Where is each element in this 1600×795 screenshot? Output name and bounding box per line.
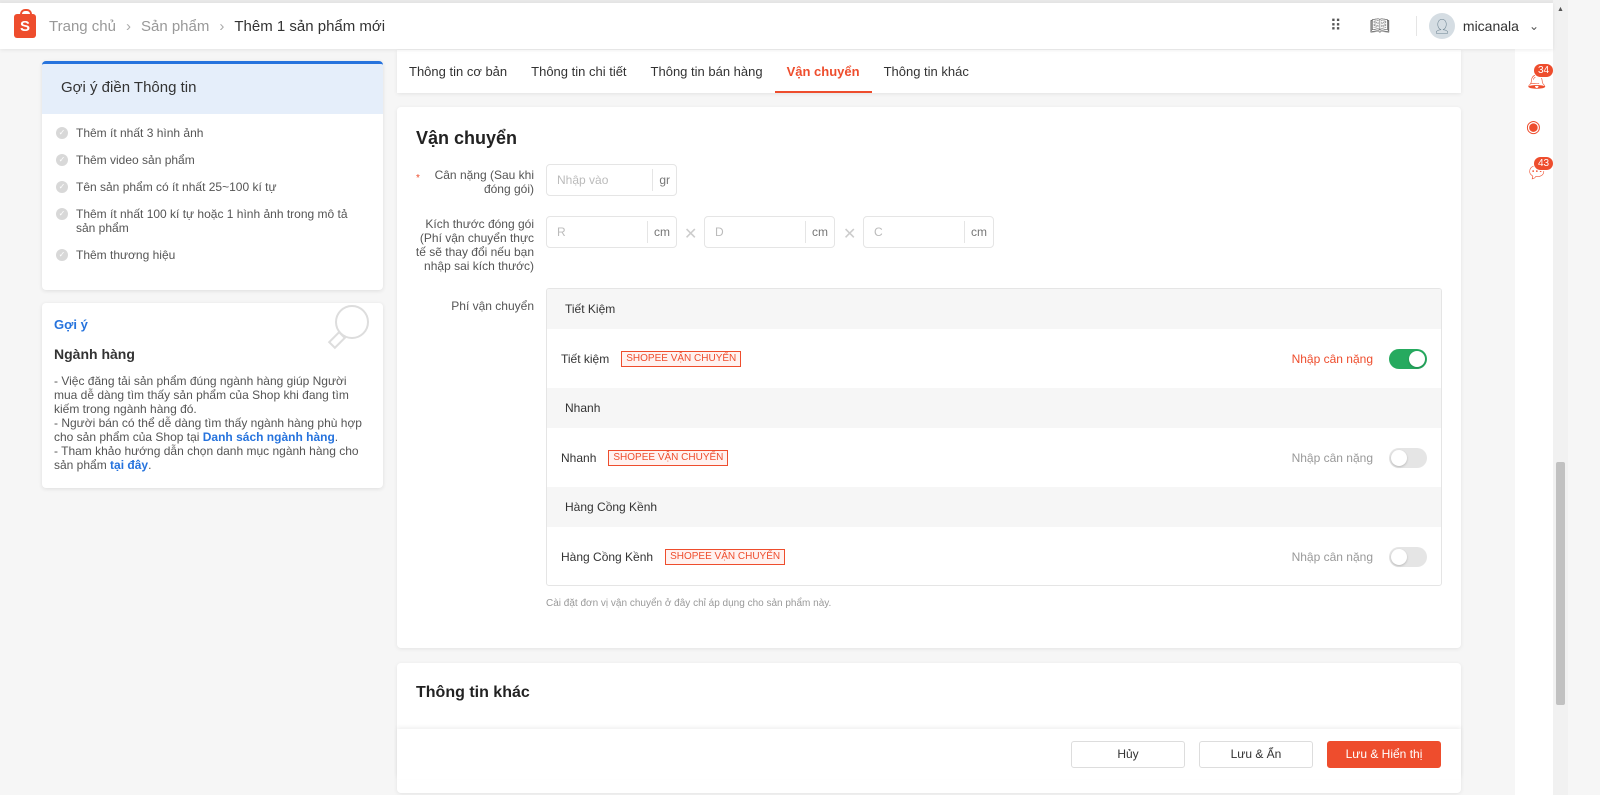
notification-count: 34 [1533, 63, 1555, 78]
unit-label: gr [652, 169, 676, 191]
breadcrumb: Trang chủ › Sản phẩm › Thêm 1 sản phẩm mới [49, 18, 385, 35]
footer-actions: Hủy Lưu & Ẩn Lưu & Hiển thị [397, 729, 1461, 779]
scrollbar[interactable]: ▲ [1553, 0, 1568, 795]
scroll-up-icon[interactable]: ▲ [1557, 6, 1564, 13]
period: . [334, 430, 339, 444]
height-input[interactable]: Ccm [863, 216, 994, 248]
right-sidebar: 🔔︎ 34 ◉ 💬︎ 43 [1515, 49, 1555, 795]
times-icon: ✕ [843, 226, 857, 243]
shipping-note: Cài đặt đơn vị vận chuyển ở đây chỉ áp d… [546, 598, 832, 609]
section-title: Vận chuyển [416, 128, 518, 148]
toggle-switch[interactable] [1389, 447, 1427, 468]
weight-input[interactable]: Nhập vào gr [546, 164, 677, 196]
suggestion-text: - Tham khảo hướng dẫn chọn danh mục ngàn… [54, 444, 359, 472]
group-header: Hàng Cồng Kềnh [547, 487, 1441, 527]
check-icon: ✓ [56, 154, 68, 166]
check-icon: ✓ [56, 249, 68, 261]
tab-sales-info[interactable]: Thông tin bán hàng [639, 50, 775, 93]
weight-label: Cân nặng (Sau khi đóng gói) [434, 168, 534, 196]
hint-panel-title: Gợi ý điền Thông tin [42, 64, 383, 114]
scrollbar-thumb[interactable] [1556, 462, 1565, 705]
weight-placeholder: Nhập vào [557, 173, 609, 187]
width-input[interactable]: Dcm [704, 216, 835, 248]
suggestion-panel: Gợi ý Ngành hàng - Việc đăng tải sản phẩ… [42, 303, 383, 488]
hint-item: ✓ Tên sản phẩm có ít nhất 25~100 kí tự [56, 180, 369, 194]
book-icon[interactable]: 📖︎ [1370, 16, 1390, 36]
hint-item: ✓ Thêm thương hiệu [56, 248, 369, 262]
lightbulb-icon [335, 305, 369, 339]
chevron-right-icon: › [219, 17, 225, 35]
hint-text: Thêm thương hiệu [76, 248, 176, 262]
size-label: Kích thước đóng gói (Phí vận chuyển thực… [415, 217, 534, 273]
top-bar: S Trang chủ › Sản phẩm › Thêm 1 sản phẩm m… [0, 3, 1553, 49]
save-hide-button[interactable]: Lưu & Ẩn [1199, 740, 1313, 768]
message-count: 43 [1533, 156, 1555, 171]
hint-text: Thêm ít nhất 100 kí tự hoặc 1 hình ảnh t… [76, 207, 348, 235]
apps-grid-icon[interactable]: ⠿ [1330, 16, 1342, 36]
tab-basic-info[interactable]: Thông tin cơ bản [397, 50, 519, 93]
chevron-down-icon[interactable]: ⌄ [1529, 19, 1539, 33]
period: . [148, 458, 152, 472]
shipping-option-row: Hàng Cồng Kềnh SHOPEE VẬN CHUYỂN Nhập cân … [547, 527, 1441, 585]
shopee-shipping-badge: SHOPEE VẬN CHUYỂN [621, 350, 742, 367]
category-list-link[interactable]: Danh sách ngành hàng [203, 430, 335, 444]
enter-weight-text: Nhập cân nặng [1291, 450, 1373, 465]
shipping-fee-label: Phí vận chuyển [451, 299, 534, 313]
shipping-section: Vận chuyển * Cân nặng (Sau khi đóng gói)… [397, 107, 1461, 648]
tab-shipping[interactable]: Vận chuyển [774, 50, 872, 93]
support-headset-icon[interactable]: ◉ [1526, 117, 1541, 137]
shipping-options: Tiết Kiệm Tiết kiệm SHOPEE VẬN CHUYỂN Nhập… [546, 288, 1442, 586]
unit-label: cm [647, 221, 676, 243]
cancel-button[interactable]: Hủy [1071, 740, 1185, 768]
breadcrumb-products[interactable]: Sản phẩm [141, 18, 209, 35]
option-name: Nhanh [561, 450, 597, 465]
enter-weight-text: Nhập cân nặng [1291, 549, 1373, 564]
check-icon: ✓ [56, 127, 68, 139]
hint-text: Thêm video sản phẩm [76, 153, 195, 167]
hint-text: Thêm ít nhất 3 hình ảnh [76, 126, 204, 140]
section-tabs: Thông tin cơ bản Thông tin chi tiết Thôn… [397, 50, 1461, 93]
save-publish-button[interactable]: Lưu & Hiển thị [1327, 740, 1441, 768]
check-icon: ✓ [56, 208, 68, 220]
group-header: Nhanh [547, 388, 1441, 428]
group-header: Tiết Kiệm [547, 289, 1441, 329]
enter-weight-link[interactable]: Nhập cân nặng [1292, 352, 1373, 366]
hint-item: ✓ Thêm ít nhất 3 hình ảnh [56, 126, 369, 140]
unit-label: cm [805, 221, 834, 243]
breadcrumb-current: Thêm 1 sản phẩm mới [234, 17, 386, 35]
shipping-option-row: Nhanh SHOPEE VẬN CHUYỂN Nhập cân nặng [547, 428, 1441, 487]
option-name: Hàng Cồng Kềnh [561, 549, 654, 564]
hint-item: ✓ Thêm video sản phẩm [56, 153, 369, 167]
hint-item: ✓ Thêm ít nhất 100 kí tự hoặc 1 hình ảnh … [56, 207, 369, 235]
divider [1415, 16, 1417, 36]
chevron-right-icon: › [125, 17, 131, 35]
section-title: Thông tin khác [416, 684, 530, 701]
option-name: Tiết kiệm [561, 351, 610, 366]
guide-link[interactable]: tại đây [110, 458, 148, 472]
toggle-switch[interactable] [1389, 348, 1427, 369]
shopee-logo[interactable]: S [14, 9, 36, 38]
tab-other-info[interactable]: Thông tin khác [872, 50, 981, 93]
shipping-option-row: Tiết kiệm SHOPEE VẬN CHUYỂN Nhập cân nặng [547, 329, 1441, 388]
placeholder: C [874, 225, 883, 239]
avatar[interactable]: 👤︎ [1428, 13, 1455, 39]
times-icon: ✕ [684, 226, 698, 243]
unit-label: cm [964, 221, 993, 243]
required-mark: * [416, 173, 420, 184]
hint-panel: Gợi ý điền Thông tin ✓ Thêm ít nhất 3 hìn… [42, 61, 383, 290]
breadcrumb-home[interactable]: Trang chủ [49, 18, 116, 35]
tab-detail-info[interactable]: Thông tin chi tiết [519, 50, 638, 93]
placeholder: D [715, 225, 724, 239]
length-input[interactable]: Rcm [546, 216, 677, 248]
toggle-switch[interactable] [1389, 546, 1427, 567]
username[interactable]: micanala [1463, 18, 1519, 34]
hint-text: Tên sản phẩm có ít nhất 25~100 kí tự [76, 180, 277, 194]
suggestion-title: Ngành hàng [54, 346, 135, 362]
placeholder: R [557, 225, 566, 239]
shopee-shipping-badge: SHOPEE VẬN CHUYỂN [608, 449, 729, 466]
suggestion-text: - Việc đăng tải sản phẩm đúng ngành hàng… [54, 374, 349, 416]
shopee-shipping-badge: SHOPEE VẬN CHUYỂN [665, 548, 786, 565]
suggestion-label: Gợi ý [54, 317, 88, 332]
check-icon: ✓ [56, 181, 68, 193]
